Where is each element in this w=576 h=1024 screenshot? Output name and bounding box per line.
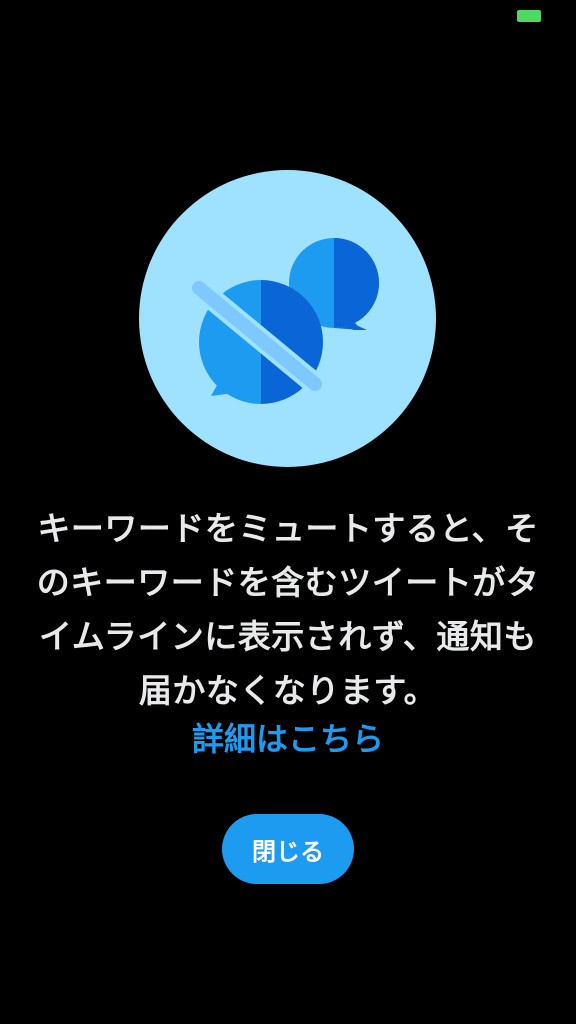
mute-description-text: キーワードをミュートすると、そのキーワードを含むツイートがタイムラインに表示され…: [36, 509, 540, 710]
learn-more-link[interactable]: 詳細はこちら: [0, 712, 576, 766]
muted-chat-bubbles-icon: [188, 238, 379, 404]
close-button[interactable]: 閉じる: [222, 814, 354, 884]
battery-icon: [517, 10, 541, 22]
mute-illustration: [139, 170, 436, 467]
mute-keyword-info-screen: キーワードをミュートすると、そのキーワードを含むツイートがタイムラインに表示され…: [0, 0, 576, 1024]
